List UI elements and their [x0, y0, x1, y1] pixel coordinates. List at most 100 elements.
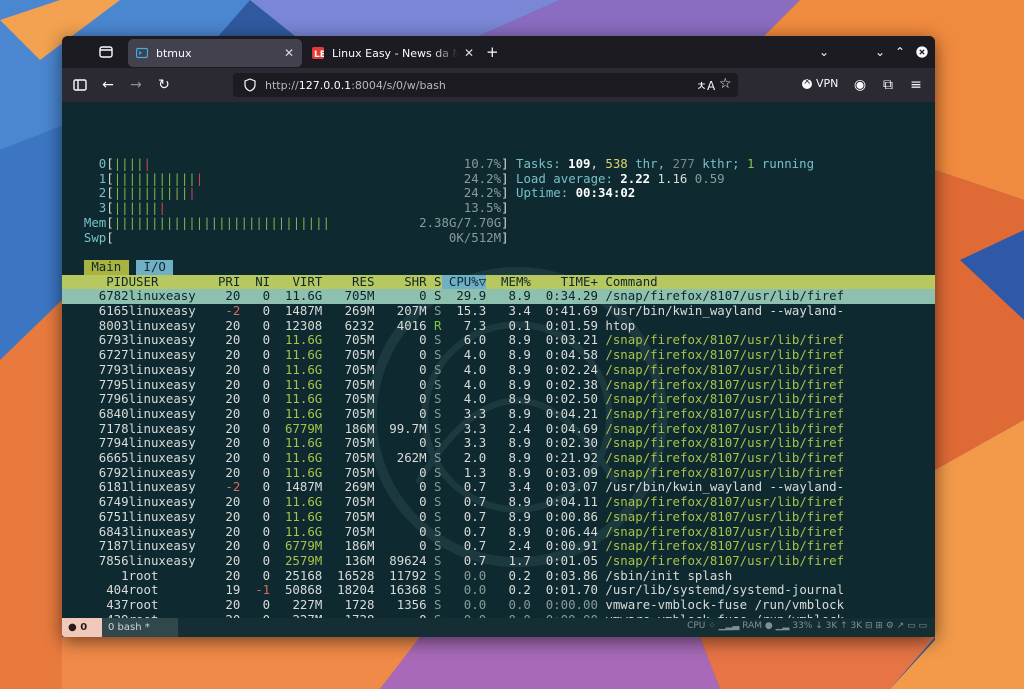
- maximize-icon[interactable]: ⌃: [892, 44, 908, 60]
- cell-state: S: [434, 288, 442, 304]
- header-ni: NI: [255, 273, 271, 289]
- table-row[interactable]: 6782 linuxeasy 20 0 11.6G 705M 0 S 29.9 8.9 0:34.2…: [62, 289, 935, 304]
- tab-main[interactable]: Main: [83, 259, 129, 275]
- chevron-down-icon[interactable]: ⌄: [816, 44, 832, 60]
- meter-bracket: ]: [501, 170, 509, 186]
- cell-command: /snap/firefox/8107/usr/lib/firef: [605, 435, 845, 451]
- close-window-icon[interactable]: [914, 44, 930, 60]
- table-row[interactable]: 404 root 19 -1 50868 18204 16368 S 0.0 0.2 0:01.70…: [62, 583, 935, 598]
- tasks-count: 109: [568, 156, 591, 171]
- tab-io[interactable]: I/O: [136, 259, 174, 275]
- bookmark-star-icon[interactable]: ☆: [719, 76, 732, 92]
- minimize-icon[interactable]: ⌄: [872, 44, 888, 60]
- cell-time: 0:03.07: [545, 479, 598, 495]
- table-row[interactable]: 7794 linuxeasy 20 0 11.6G 705M 0 S 3.3 8.9 0:02.30…: [62, 436, 935, 451]
- terminal-htop[interactable]: 0[||||| 10.7%] Tasks: 109, 538 thr, 277 kthr; 1 r…: [62, 102, 935, 618]
- table-row[interactable]: 6792 linuxeasy 20 0 11.6G 705M 0 S 1.3 8.9 0:03.09…: [62, 464, 935, 481]
- tasks-running: 1: [746, 156, 755, 171]
- table-row[interactable]: 6165 linuxeasy -2 0 1487M 269M 207M S 15.3 3.4 0:4…: [62, 303, 935, 319]
- cell-cpu: 4.0: [463, 361, 487, 377]
- close-icon[interactable]: ✕: [284, 46, 294, 60]
- mem-value: 2.38G/7.70G: [419, 214, 502, 230]
- back-arrow-icon[interactable]: ←: [100, 77, 116, 93]
- cell-res: 269M: [344, 479, 375, 495]
- table-row[interactable]: 6665 linuxeasy 20 0 11.6G 705M 262M S 2.0 8.9 0:21…: [62, 450, 935, 466]
- extensions-icon[interactable]: ⧉: [880, 77, 896, 93]
- table-row[interactable]: 6181 linuxeasy -2 0 1487M 269M 0 S 0.7 3.4 0:03.07…: [62, 480, 935, 495]
- table-row[interactable]: 7178 linuxeasy 20 0 6779M 186M 99.7M S 3.3 2.4 0:0…: [62, 420, 935, 437]
- url-bar[interactable]: http://127.0.0.1:8004/s/0/w/bash ㅊA ☆: [233, 73, 738, 97]
- cpu-bar: ||||||||||||: [113, 170, 204, 186]
- cell-pid: 6749: [98, 494, 129, 510]
- meter-bracket: ]: [501, 156, 509, 171]
- cell-virt: 6779M: [284, 420, 323, 436]
- cpu-percent: 13.5%: [463, 200, 502, 216]
- meter-bracket: ]: [501, 185, 509, 201]
- meter-bracket: [: [106, 170, 114, 186]
- cell-shr: 0: [419, 479, 427, 495]
- cell-command: /snap/firefox/8107/usr/lib/firef: [605, 391, 845, 407]
- cell-user: linuxeasy: [128, 288, 196, 304]
- vpn-button[interactable]: VPN: [802, 76, 838, 90]
- forward-arrow-icon[interactable]: →: [128, 77, 144, 93]
- cell-user: linuxeasy: [128, 405, 196, 421]
- meter-bracket: [: [106, 200, 114, 216]
- shield-icon[interactable]: [243, 78, 257, 92]
- cpu-id: 3: [98, 200, 107, 216]
- table-row[interactable]: 7856 linuxeasy 20 0 2579M 136M 89624 S 0.7 1.7 0:0…: [62, 553, 935, 569]
- table-row[interactable]: 6843 linuxeasy 20 0 11.6G 705M 0 S 0.7 8.9 0:06.44…: [62, 523, 935, 540]
- cell-command: /snap/firefox/8107/usr/lib/firef: [605, 464, 845, 480]
- table-row[interactable]: 1 root 20 0 25168 16528 11792 S 0.0 0.2 0:03.86/sb…: [62, 567, 935, 584]
- cell-shr: 0: [419, 332, 427, 348]
- cell-res: 705M: [344, 405, 375, 421]
- cpu-bar: |||||: [113, 156, 151, 171]
- table-row[interactable]: 6727 linuxeasy 20 0 11.6G 705M 0 S 4.0 8.9 0:04.58…: [62, 347, 935, 363]
- cell-pid: 6840: [98, 405, 129, 421]
- close-icon[interactable]: ✕: [464, 46, 474, 60]
- translate-icon[interactable]: ㅊA: [696, 77, 715, 94]
- cell-user: linuxeasy: [128, 479, 196, 495]
- cell-ni: 0: [262, 597, 271, 612]
- cpu-meter-1: 1[|||||||||||| 24.2%] Load average: 2.22 1.1…: [62, 170, 935, 187]
- tmux-session[interactable]: ● 0: [62, 618, 102, 637]
- cell-virt: 6779M: [284, 538, 323, 554]
- firefox-view-icon[interactable]: [98, 44, 114, 60]
- cell-mem: 8.9: [508, 332, 531, 348]
- cell-user: root: [128, 567, 159, 583]
- menu-icon[interactable]: ≡: [908, 77, 924, 93]
- tmux-window-bash[interactable]: 0 bash *: [102, 618, 178, 637]
- cell-state: R: [434, 317, 442, 333]
- cell-mem: 0.2: [508, 567, 531, 583]
- tab-btmux[interactable]: btmux ✕: [128, 39, 302, 67]
- new-tab-button[interactable]: +: [486, 43, 499, 61]
- table-row[interactable]: 8003 linuxeasy 20 0 12308 6232 4016 R 7.3 0.1 0:01…: [62, 317, 935, 334]
- table-row[interactable]: 6751 linuxeasy 20 0 11.6G 705M 0 S 0.7 8.9 0:00.86…: [62, 509, 935, 525]
- table-row[interactable]: 7796 linuxeasy 20 0 11.6G 705M 0 S 4.0 8.9 0:02.50…: [62, 391, 935, 407]
- cell-user: linuxeasy: [128, 420, 196, 436]
- tab-linux-easy[interactable]: LE Linux Easy - News da Mondo ✕: [304, 39, 482, 67]
- cell-pri: 20: [225, 332, 241, 348]
- account-icon[interactable]: ◉: [852, 77, 868, 93]
- table-row[interactable]: 437 root 20 0 227M 1728 1356 S 0.0 0.0 0:00.00 vmwa…: [62, 597, 935, 613]
- load-5: 1.16: [657, 170, 688, 186]
- table-row[interactable]: 7795 linuxeasy 20 0 11.6G 705M 0 S 4.0 8.9 0:02.38…: [62, 376, 935, 393]
- tmux-status-bar: ● 0 0 bash * CPU ⁘ ▁▂▃ RAM ● ▁▂ 33% ↓ 3K…: [62, 618, 935, 637]
- header-shr: SHR: [404, 273, 427, 289]
- cell-command: /snap/firefox/8107/usr/lib/firef: [605, 523, 845, 539]
- cell-shr: 0: [419, 347, 427, 363]
- uptime-label: Uptime:: [516, 185, 569, 201]
- cpu-percent: 24.2%: [463, 170, 502, 186]
- table-row[interactable]: 6749 linuxeasy 20 0 11.6G 705M 0 S 0.7 8.9 0:04.11…: [62, 494, 935, 510]
- cell-cpu: 6.0: [463, 332, 487, 348]
- reload-icon[interactable]: ↻: [156, 77, 172, 93]
- sidebar-icon[interactable]: [72, 77, 88, 93]
- cell-command: /snap/firefox/8107/usr/lib/firef: [605, 450, 845, 465]
- cell-command: htop: [605, 317, 636, 333]
- table-row[interactable]: 6793 linuxeasy 20 0 11.6G 705M 0 S 6.0 8.9 0:03.21…: [62, 333, 935, 348]
- table-row[interactable]: 7187 linuxeasy 20 0 6779M 186M 0 S 0.7 2.4 0:00.91…: [62, 538, 935, 554]
- table-row[interactable]: 6840 linuxeasy 20 0 11.6G 705M 0 S 3.3 8.9 0:04.21…: [62, 405, 935, 422]
- cell-res: 705M: [344, 376, 375, 392]
- cell-state: S: [434, 420, 442, 436]
- table-row[interactable]: 7793 linuxeasy 20 0 11.6G 705M 0 S 4.0 8.9 0:02.24…: [62, 361, 935, 378]
- cpu-bar: |||||||: [113, 200, 166, 216]
